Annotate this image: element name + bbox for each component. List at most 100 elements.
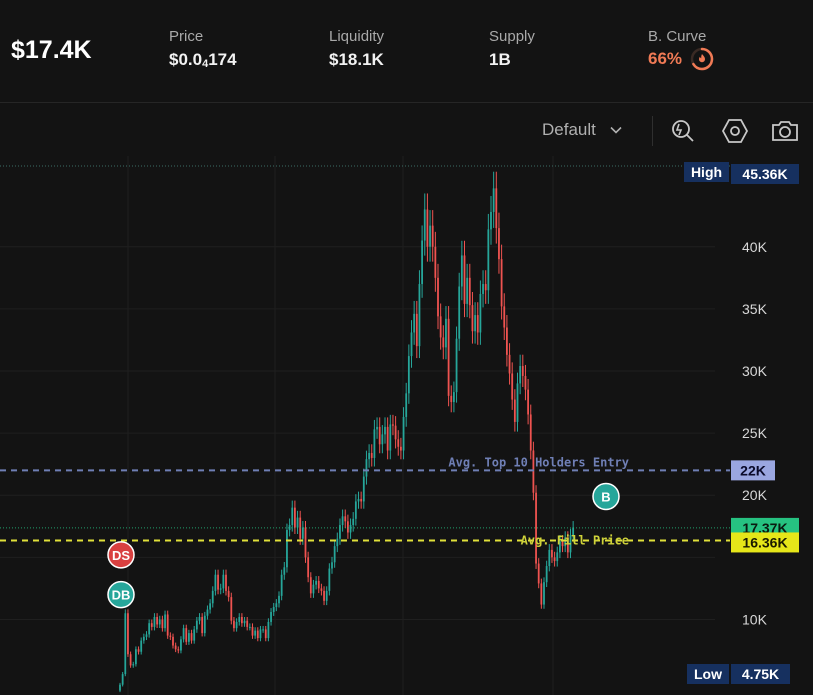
indicator-icon [672,120,694,142]
candle-body [357,498,360,502]
candle-body [172,636,174,646]
candle-body [283,567,286,575]
candle-body [315,580,317,585]
y-tick-label: 30K [742,363,768,379]
candle-body [206,609,209,616]
bonding-curve-label: B. Curve [648,28,707,45]
candle-body [421,240,423,285]
candle-body [503,306,506,328]
chart-grid [0,156,715,695]
candle-body [511,373,514,400]
bonding-curve-value: 66% [648,49,683,68]
candle-body [370,452,373,458]
candle-body [378,426,381,445]
settings-hex-icon [721,119,749,143]
price-chart[interactable]: Avg. Top 10 Holders Entry Avg. Fill Price… [0,156,813,695]
candle-body [453,392,455,403]
candle-body [405,393,408,417]
preset-dropdown[interactable]: Default [542,120,622,140]
y-tick-label: 25K [742,425,768,441]
candle-body [389,424,392,451]
trade-marker-label: DB [112,588,131,603]
candle-body [259,629,262,639]
bonding-curve-stat: B. Curve 66% [648,28,714,71]
candle-body [341,516,344,526]
candle-body [360,498,363,502]
candle-body [132,664,135,666]
candle-body [262,629,264,631]
candle-body [312,584,315,594]
candle-body [426,209,429,247]
candle-body [540,583,543,605]
preset-label: Default [542,120,596,139]
price-stat: Price $0.04174 [169,28,237,70]
candle-body [429,225,431,247]
candle-body [537,563,540,584]
candle-body [553,557,556,562]
candle-body [211,590,214,604]
candle-body [410,332,413,357]
indicator-button[interactable] [668,116,698,146]
candle-body [506,327,508,355]
candle-body [392,424,394,426]
candle-body [463,255,466,304]
candle-body [482,284,484,294]
candle-body [402,416,405,451]
top10-entry-label: Avg. Top 10 Holders Entry [448,455,629,469]
candle-body [217,574,219,590]
candle-body [177,649,180,651]
candle-body [140,640,143,652]
candle-body [344,516,347,522]
candle-body [484,284,487,291]
candle-body [219,588,222,590]
candle-body [376,426,378,430]
candle-body [174,645,177,650]
candle-body [336,538,339,547]
candle-body [548,549,551,567]
candle-body [153,616,156,627]
candle-body [241,616,243,624]
candle-body [145,634,148,637]
candle-body [190,633,193,641]
screenshot-button[interactable] [770,116,800,146]
candle-body [535,492,537,564]
candle-body [524,375,527,390]
price-axis: 40K 35K 30K 25K 20K 10K [742,239,768,628]
market-cap-value: $17.4K [11,36,92,64]
candle-body [201,616,204,634]
candle-body [270,612,272,622]
candle-body [513,399,516,422]
candle-body [161,619,164,629]
candle-body [354,501,357,519]
candle-body [148,623,151,635]
token-stats-header: $17.4K Price $0.04174 Liquidity $18.1K S… [0,0,813,103]
candle-body [479,293,482,333]
chart-settings-button[interactable] [720,116,750,146]
candle-body [135,649,137,665]
candle-body [423,209,426,241]
candle-body [519,366,522,384]
candle-body [437,277,439,317]
candle-body [264,629,267,639]
candle-body [434,246,437,278]
candle-body [129,654,132,666]
candle-body [243,620,246,624]
candle-body [431,225,434,247]
candle-body [397,439,400,447]
candle-body [275,603,278,608]
candle-body [331,562,333,569]
candle-body [124,613,127,675]
candle-body [272,607,275,613]
candle-body [490,211,492,230]
candle-body [156,616,158,625]
candle-body [471,305,474,332]
candle-body [158,619,161,625]
candle-body [381,434,384,445]
candle-body [195,620,198,630]
candle-body [307,557,310,578]
liquidity-label: Liquidity [329,28,385,45]
candle-body [214,574,217,591]
candle-body [498,228,500,260]
candle-body [347,521,349,533]
candle-body [450,395,453,403]
